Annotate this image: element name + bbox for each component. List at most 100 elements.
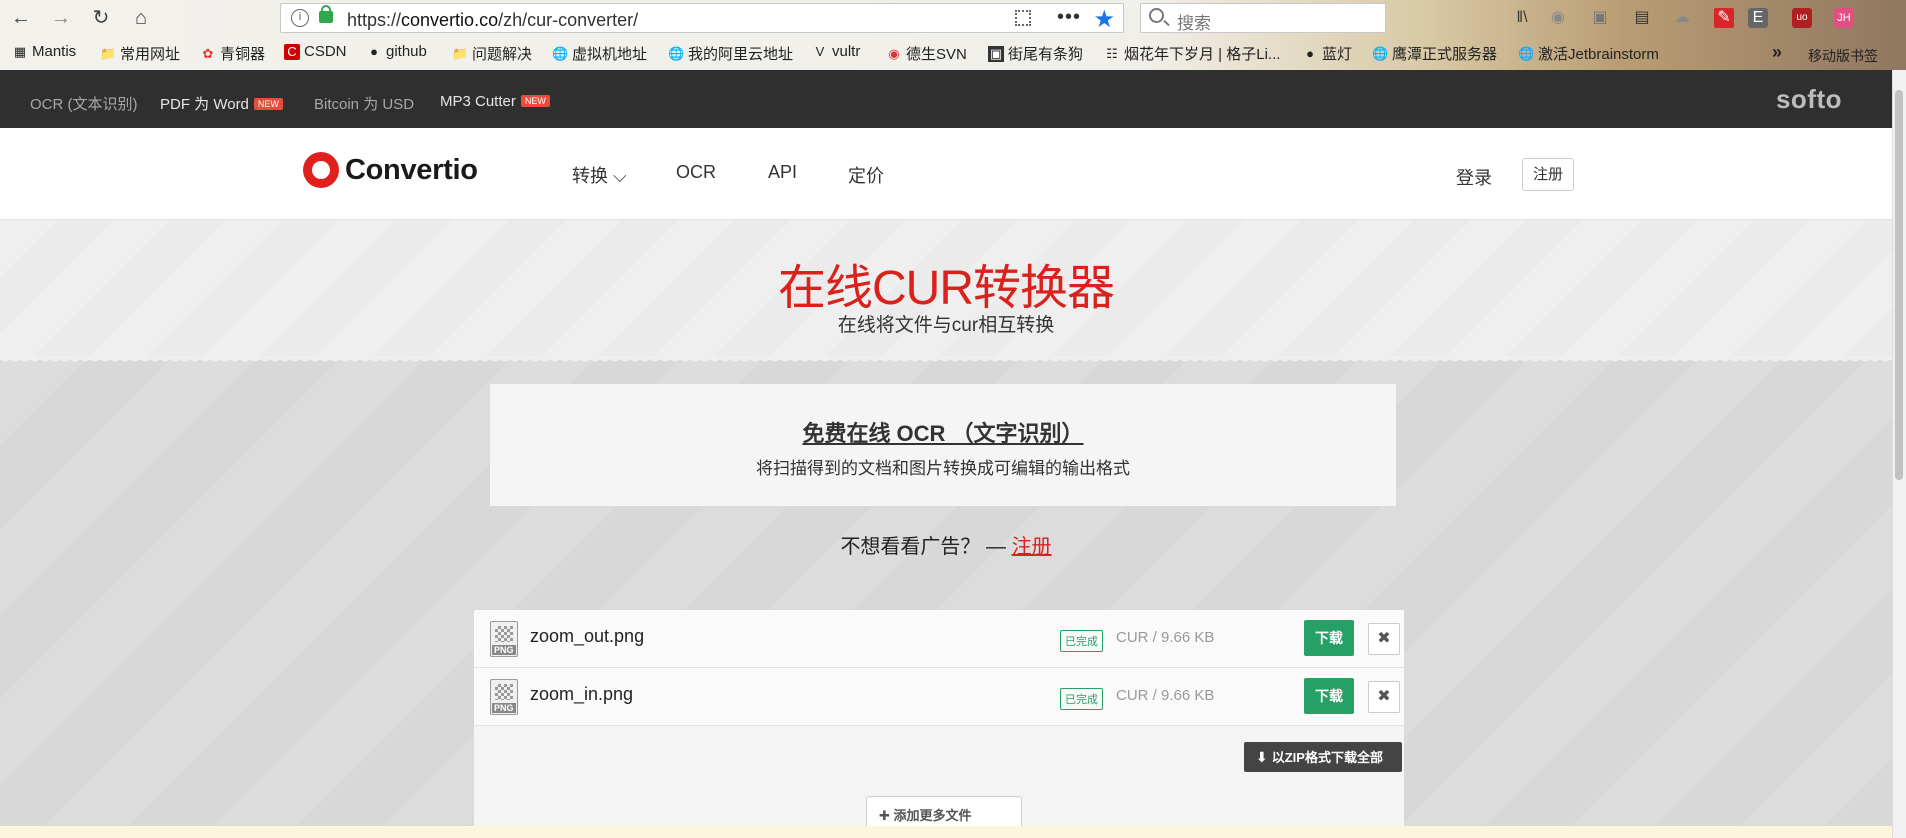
browser-nav-row: ← → ↻ ⌂ i https://convertio.co/zh/cur-co… <box>0 0 1906 36</box>
globe-icon: 🌐 <box>668 45 685 61</box>
softo-link-ocr[interactable]: OCR (文本识别) <box>30 93 138 114</box>
logo-text: Convertio <box>345 153 478 186</box>
signup-button[interactable]: 注册 <box>1522 158 1574 191</box>
zip-download-button[interactable]: ⬇ 以ZIP格式下载全部 <box>1244 742 1402 772</box>
bookmark-item[interactable]: ▣ 街尾有条狗 <box>988 43 1083 64</box>
download-button[interactable]: 下载 <box>1304 678 1354 714</box>
bookmark-label: 德生SVN <box>906 46 967 63</box>
chat-icon[interactable]: ◉ <box>1548 8 1568 28</box>
bookmark-item[interactable]: C CSDN <box>284 43 347 60</box>
bookmark-label: CSDN <box>304 43 347 60</box>
promo-description: 将扫描得到的文档和图片转换成可编辑的输出格式 <box>756 459 1130 478</box>
sidebar-icon[interactable]: ▤ <box>1632 8 1652 28</box>
bookmark-star-icon[interactable]: ★ <box>1093 5 1115 34</box>
bottom-notice-strip <box>0 826 1892 838</box>
folder-icon: 📁 <box>100 45 117 61</box>
menu-api[interactable]: API <box>768 162 797 183</box>
search-icon <box>1149 8 1164 23</box>
login-link[interactable]: 登录 <box>1456 164 1492 190</box>
convertio-logo-icon <box>303 152 339 188</box>
qr-code-icon[interactable] <box>1015 10 1031 26</box>
pen-extension-icon[interactable]: ✎ <box>1714 8 1734 28</box>
file-row: PNG zoom_in.png 已完成 CUR / 9.66 KB 下载 ✖ <box>474 668 1404 726</box>
bookmark-label: 问题解决 <box>472 46 533 63</box>
mobile-bookmarks[interactable]: 移动版书签 <box>1808 46 1878 66</box>
plus-icon: ✚ <box>879 808 894 823</box>
csdn-icon: C <box>284 43 300 60</box>
bookmarks-bar: ▦ Mantis 📁 常用网址 ✿ 青铜器 C CSDN ● github 📁 问题解决 🌐… <box>0 41 1906 67</box>
softo-link-pdf-word[interactable]: PDF 为 Word NEW <box>160 93 283 114</box>
ocr-promo-box[interactable]: 免费在线 OCR （文字识别） 将扫描得到的文档和图片转换成可编辑的输出格式 <box>490 384 1396 506</box>
add-more-files-button[interactable]: ✚ 添加更多文件 <box>866 796 1022 828</box>
status-badge: 已完成 <box>1060 630 1103 652</box>
new-badge: NEW <box>520 95 550 107</box>
softo-link-bitcoin[interactable]: Bitcoin 为 USD <box>314 93 414 114</box>
no-ads-prompt: 不想看看广告？ — 注册 <box>0 530 1892 559</box>
no-ads-signup-link[interactable]: 注册 <box>1012 536 1052 558</box>
hero-wave-divider <box>0 356 1892 366</box>
home-icon[interactable]: ⌂ <box>126 4 156 32</box>
file-type-label: PNG <box>492 645 516 655</box>
file-name: zoom_out.png <box>530 626 645 646</box>
reload-icon[interactable]: ↻ <box>86 4 116 32</box>
profile-avatar-icon[interactable]: JH <box>1834 8 1854 28</box>
file-row: PNG zoom_out.png 已完成 CUR / 9.66 KB 下载 ✖ <box>474 610 1404 668</box>
sync-icon[interactable]: ☁ <box>1672 8 1692 28</box>
site-header: Convertio 转换 ⌵ OCR API 定价 登录 注册 <box>0 128 1892 220</box>
bookmark-item[interactable]: 📁 问题解决 <box>452 43 532 64</box>
convertio-logo[interactable]: Convertio <box>303 152 478 188</box>
remove-file-icon[interactable]: ✖ <box>1368 623 1400 655</box>
evernote-icon[interactable]: E <box>1748 8 1768 28</box>
folder-icon: 📁 <box>452 45 469 61</box>
softo-logo[interactable]: softo <box>1776 84 1842 115</box>
bookmark-label: github <box>386 43 427 60</box>
softo-link-label: Bitcoin 为 USD <box>314 96 415 113</box>
bookmark-item[interactable]: 🌐 虚拟机地址 <box>552 43 647 64</box>
forward-arrow-icon[interactable]: → <box>46 4 76 32</box>
screenshot-icon[interactable]: ▣ <box>1590 8 1610 28</box>
bookmark-label: vultr <box>832 43 861 60</box>
promo-title[interactable]: 免费在线 OCR （文字识别） <box>490 416 1396 448</box>
softo-link-mp3-cutter[interactable]: MP3 Cutter NEW <box>440 93 550 110</box>
url-prefix: https:// <box>347 10 402 30</box>
github-icon: ● <box>370 43 378 59</box>
menu-ocr[interactable]: OCR <box>676 162 716 183</box>
search-input[interactable]: 搜索 <box>1140 3 1386 33</box>
remove-file-icon[interactable]: ✖ <box>1368 681 1400 713</box>
bookmark-item[interactable]: ◉ 德生SVN <box>886 43 967 64</box>
site-info-icon[interactable]: i <box>291 9 309 27</box>
page-actions-icon[interactable]: ••• <box>1057 6 1081 29</box>
chrome-icon: ◉ <box>888 45 900 61</box>
back-arrow-icon[interactable]: ← <box>6 4 36 32</box>
file-size: CUR / 9.66 KB <box>1116 687 1215 704</box>
scrollbar-thumb[interactable] <box>1895 90 1903 480</box>
status-badge: 已完成 <box>1060 688 1103 710</box>
browser-chrome: ← → ↻ ⌂ i https://convertio.co/zh/cur-co… <box>0 0 1906 70</box>
bookmark-label: 常用网址 <box>120 46 181 63</box>
download-button[interactable]: 下载 <box>1304 620 1354 656</box>
menu-convert[interactable]: 转换 ⌵ <box>572 162 627 188</box>
bookmark-item[interactable]: ● github <box>366 43 427 60</box>
bookmark-item[interactable]: Vvultr <box>812 43 861 60</box>
file-list: PNG zoom_out.png 已完成 CUR / 9.66 KB 下载 ✖ … <box>474 610 1404 828</box>
library-icon[interactable]: ‖\ <box>1512 8 1532 28</box>
url-text[interactable]: https://convertio.co/zh/cur-converter/ <box>347 10 638 31</box>
bookmark-label: 青铜器 <box>220 46 266 63</box>
ublock-icon[interactable]: uo <box>1792 8 1812 28</box>
bookmark-item[interactable]: ▦ Mantis <box>12 43 76 60</box>
address-bar[interactable]: i https://convertio.co/zh/cur-converter/… <box>280 3 1124 33</box>
bookmark-item[interactable]: ☷ 烟花年下岁月 | 格子Li... <box>1104 43 1280 64</box>
menu-pricing[interactable]: 定价 <box>848 162 884 188</box>
file-size: CUR / 9.66 KB <box>1116 629 1215 646</box>
bookmark-item[interactable]: 🌐 鹰潭正式服务器 <box>1372 43 1497 64</box>
globe-icon: 🌐 <box>552 45 569 61</box>
bookmark-item[interactable]: ● 蓝灯 <box>1302 43 1352 64</box>
bookmarks-overflow-icon[interactable]: » <box>1772 42 1782 63</box>
zip-download-label: 以ZIP格式下载全部 <box>1271 750 1383 765</box>
bookmark-item[interactable]: 🌐 激活Jetbrainstorm <box>1518 43 1659 64</box>
bookmark-item[interactable]: 📁 常用网址 <box>100 43 180 64</box>
bookmark-label: 激活Jetbrainstorm <box>1538 46 1659 63</box>
bookmark-item[interactable]: 🌐 我的阿里云地址 <box>668 43 793 64</box>
bookmark-label: 鹰潭正式服务器 <box>1392 46 1498 63</box>
bookmark-item[interactable]: ✿ 青铜器 <box>200 43 265 64</box>
